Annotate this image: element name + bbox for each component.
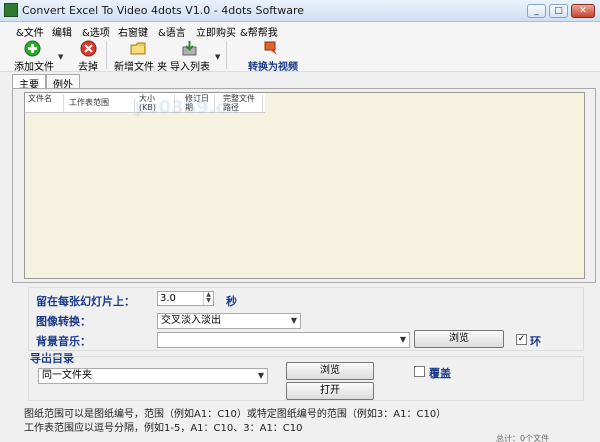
menu-buy-now[interactable]: 立即购买 [196, 24, 236, 39]
sheet-separator-note: 工作表范围应以逗号分隔，例如1-5，A1：C10、3：A1：C10 [24, 423, 303, 434]
chevron-down-icon: ▼ [399, 335, 406, 344]
output-folder-value: 同一文件夹 [42, 370, 92, 381]
remove-button[interactable]: 去掉 [76, 38, 100, 73]
chevron-down-icon: ▼ [290, 316, 297, 325]
spinner-arrows-icon[interactable]: ▲ ▼ [203, 292, 213, 305]
import-list-dropdown-arrow[interactable]: ▼ [215, 53, 220, 61]
sheet-range-note: 图纸范围可以是图纸编号，范围（例如A1：C10）或特定图纸编号的范围（例如3：A… [24, 409, 447, 420]
title-bar: Convert Excel To Video 4dots V1.0 - 4dot… [0, 0, 600, 22]
remove-label: 去掉 [78, 62, 98, 73]
toolbar-separator [106, 41, 107, 69]
new-folder-button[interactable]: 新增文件 夹 [114, 38, 168, 73]
window-title: Convert Excel To Video 4dots V1.0 - 4dot… [22, 4, 304, 17]
new-folder-label: 新增文件 夹 [114, 62, 168, 73]
menu-options[interactable]: &选项 [82, 24, 110, 39]
column-file-name[interactable]: 文件名 [28, 94, 64, 112]
add-file-label: 添加文件 [14, 62, 54, 73]
import-list-icon [182, 41, 196, 56]
loop-checkbox[interactable]: ✓ [516, 334, 527, 345]
menu-help[interactable]: &帮帮我 [240, 24, 278, 39]
slide-duration-input[interactable]: 3.0 ▲ ▼ [157, 291, 214, 306]
status-bar: 总计：0个文件 [496, 434, 550, 442]
slide-duration-value: 3.0 [160, 293, 176, 304]
music-browse-button[interactable]: 浏览 [414, 330, 504, 348]
add-file-button[interactable]: 添加文件 [14, 38, 54, 73]
close-button[interactable]: ✕ [571, 4, 595, 18]
red-x-icon [80, 40, 96, 57]
maximize-button[interactable]: □ [549, 4, 568, 18]
tab-exceptions[interactable]: 例外 [46, 74, 80, 91]
toolbar-separator [226, 41, 227, 69]
background-music-label: 背景音乐： [36, 335, 91, 348]
add-file-dropdown-arrow[interactable]: ▼ [58, 53, 63, 61]
transition-label: 图像转换： [36, 315, 91, 328]
menu-edit[interactable]: 编辑 [52, 24, 72, 39]
overwrite-checkbox[interactable] [414, 366, 425, 377]
column-sheet-range[interactable]: 工作表范围 [69, 98, 135, 116]
chevron-down-icon: ▼ [257, 371, 264, 380]
transition-value: 交叉淡入淡出 [161, 315, 221, 326]
convert-video-icon [264, 41, 277, 55]
convert-to-video-button[interactable]: 转换为视频 [248, 38, 298, 73]
import-list-button[interactable]: 导入列表 [170, 38, 210, 73]
menu-file[interactable]: &文件 [16, 24, 44, 39]
menu-bar: &文件 编辑 &选项 右窗键 &语言 立即购买 &帮帮我 [0, 22, 600, 39]
output-folder-select[interactable]: 同一文件夹 ▼ [38, 368, 268, 384]
menu-language[interactable]: &语言 [158, 24, 186, 39]
tab-main[interactable]: 主要 [12, 74, 46, 91]
file-list[interactable]: 文件名 工作表范围 大小 (KB) 修订日期 完整文件路径 pc0359.cn [24, 92, 585, 279]
loop-label: 环 [530, 335, 541, 348]
open-folder-button[interactable]: 打开 [286, 382, 374, 400]
background-music-select[interactable]: ▼ [157, 332, 410, 348]
folder-icon [130, 42, 145, 55]
watermark: pc0359.cn [135, 97, 239, 118]
slide-duration-label: 留在每张幻灯片上： [36, 295, 135, 308]
toolbar: 添加文件 ▼ 去掉 新增文件 夹 导入列表 ▼ 转换为视频 [0, 38, 600, 73]
minimize-button[interactable]: _ [527, 4, 546, 18]
output-browse-button[interactable]: 浏览 [286, 362, 374, 380]
slide-duration-unit: 秒 [226, 295, 237, 308]
green-plus-icon [24, 40, 40, 57]
import-list-label: 导入列表 [170, 62, 210, 73]
overwrite-label: 覆盖 [429, 367, 451, 380]
main-tab-panel: 文件名 工作表范围 大小 (KB) 修订日期 完整文件路径 pc0359.cn [12, 88, 596, 283]
app-icon [4, 3, 18, 17]
convert-label: 转换为视频 [248, 62, 298, 73]
transition-select[interactable]: 交叉淡入淡出 ▼ [157, 313, 301, 329]
menu-right-click[interactable]: 右窗键 [118, 24, 148, 39]
